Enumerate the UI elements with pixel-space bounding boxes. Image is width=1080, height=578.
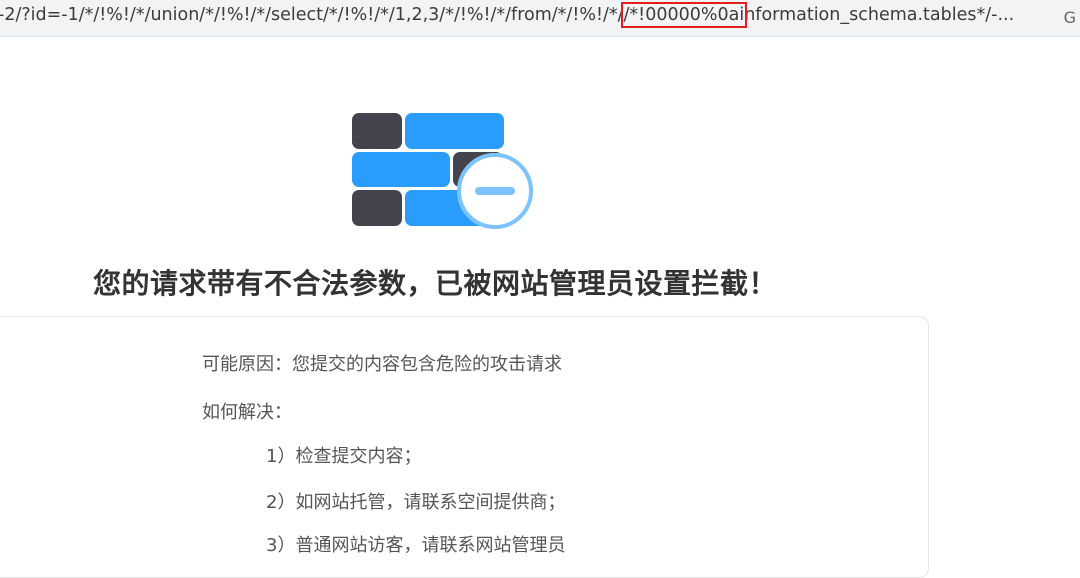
block-heading: 您的请求带有不合法参数，已被网站管理员设置拦截！: [92, 267, 777, 300]
firewall-blocked-icon: [352, 113, 533, 229]
brick-dark-bottom: [352, 190, 402, 226]
brick-blue-top: [405, 113, 504, 149]
google-icon[interactable]: G: [1064, 8, 1076, 27]
possible-reason-text: 可能原因：您提交的内容包含危险的攻击请求: [202, 354, 562, 375]
url-suffix: nformation_schema.tables*/-...: [744, 5, 1015, 25]
url-text[interactable]: -2/?id=-1/*/!%!/*/union/*/!%!/*/select/*…: [0, 2, 1015, 28]
how-to-solve-label: 如何解决：: [202, 402, 292, 423]
minus-icon: [475, 187, 515, 195]
browser-address-bar[interactable]: -2/?id=-1/*/!%!/*/union/*/!%!/*/select/*…: [0, 0, 1080, 37]
solution-step: 3）普通网站访客，请联系网站管理员: [266, 535, 566, 556]
brick-dark-top: [352, 113, 402, 149]
solution-step: 1）检查提交内容；: [266, 446, 422, 467]
url-highlighted-segment: /*!00000%0ai: [620, 2, 748, 28]
url-prefix: -2/?id=-1/*/!%!/*/union/*/!%!/*/select/*…: [0, 5, 624, 25]
brick-blue-middle: [352, 152, 450, 187]
solution-step: 2）如网站托管，请联系空间提供商；: [266, 492, 566, 513]
